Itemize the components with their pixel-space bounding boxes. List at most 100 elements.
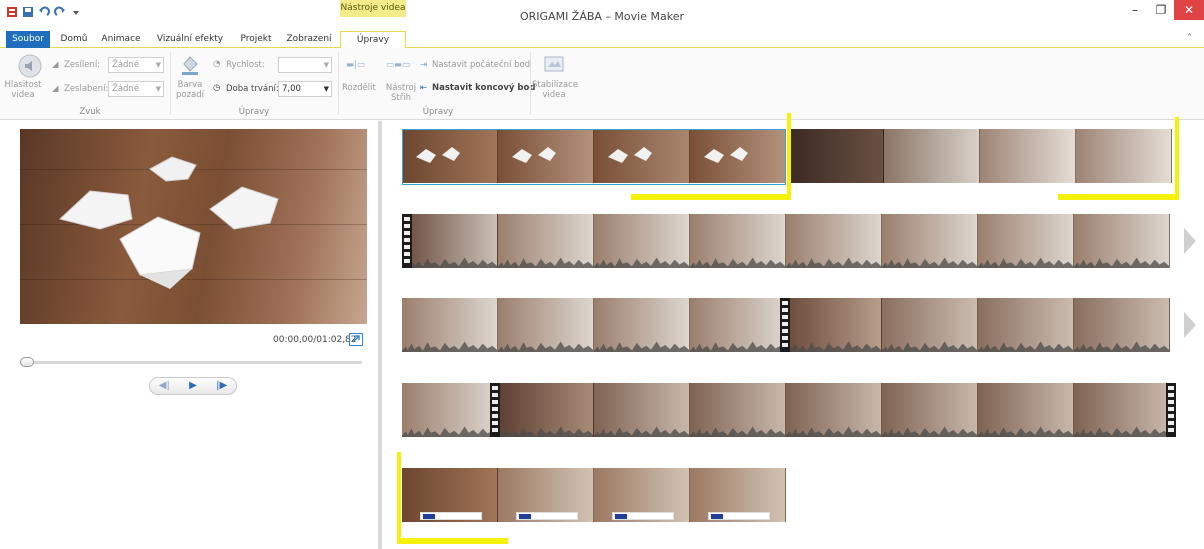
save-icon[interactable]: [22, 6, 34, 18]
play-button[interactable]: ▶: [179, 378, 208, 394]
clip-frame[interactable]: [690, 468, 786, 522]
clip-start-marker: [402, 214, 412, 268]
fade-in-label: Zesílení:: [64, 60, 101, 70]
clip-frame[interactable]: [786, 298, 882, 352]
fade-out-select[interactable]: Žádné ▼: [108, 81, 164, 97]
clip-frame[interactable]: [402, 468, 498, 522]
clip-frame[interactable]: [788, 129, 884, 183]
close-button[interactable]: ✕: [1174, 0, 1204, 20]
bg-color-label-1[interactable]: Barva: [172, 80, 208, 90]
minimize-button[interactable]: –: [1122, 0, 1148, 20]
clip-frame[interactable]: [980, 129, 1076, 183]
video-volume-label-2[interactable]: videa: [0, 90, 46, 100]
tab-visual-effects[interactable]: Vizuální efekty: [152, 31, 228, 48]
detach-preview-button[interactable]: [349, 333, 363, 346]
group-separator: [530, 52, 531, 114]
clip-frame[interactable]: [978, 298, 1074, 352]
customize-qat-icon[interactable]: [70, 6, 82, 18]
clip-frame[interactable]: [882, 383, 978, 437]
seek-bar[interactable]: [20, 361, 362, 364]
stabilize-label-1[interactable]: Stabilizace: [532, 80, 578, 90]
clip-frame[interactable]: [594, 214, 690, 268]
tab-project[interactable]: Projekt: [234, 31, 278, 48]
ribbon: Hlasitost videa ◢ Zesílení: Žádné ▼ ◢ Zes…: [0, 48, 1204, 120]
tab-edit[interactable]: Úpravy: [340, 31, 406, 49]
clip-frame[interactable]: [498, 298, 594, 352]
clip-frame[interactable]: [882, 214, 978, 268]
title-bar: Nástroje videa ORIGAMI ŽÁBA – Movie Make…: [0, 0, 1204, 31]
fade-out-value: Žádné: [112, 84, 140, 94]
bg-color-label-2[interactable]: pozadí: [172, 90, 208, 100]
chevron-down-icon: ▼: [323, 61, 329, 69]
previous-frame-button[interactable]: ◀|: [150, 378, 179, 394]
speaker-icon[interactable]: [18, 54, 42, 78]
clip-frame[interactable]: [594, 383, 690, 437]
yellow-highlight-mark: [787, 113, 791, 200]
window-title: ORIGAMI ŽÁBA – Movie Maker: [519, 10, 684, 23]
clip-frame[interactable]: [498, 468, 594, 522]
fade-in-value: Žádné: [112, 60, 140, 70]
fade-in-select[interactable]: Žádné ▼: [108, 57, 164, 73]
video-preview[interactable]: [20, 129, 367, 324]
clip-frame[interactable]: [690, 298, 786, 352]
trim-tool-label-1[interactable]: Nástroj: [382, 83, 420, 93]
split-button[interactable]: Rozdělit: [342, 83, 376, 93]
clip-frame[interactable]: [498, 214, 594, 268]
clip-frame[interactable]: [1074, 298, 1170, 352]
context-tab-group-label: Nástroje videa: [340, 0, 406, 17]
fade-in-icon: ◢: [52, 60, 59, 70]
clip-frame[interactable]: [402, 383, 498, 437]
redo-icon[interactable]: [54, 6, 66, 18]
yellow-highlight-mark: [1175, 117, 1179, 200]
tab-animations[interactable]: Animace: [96, 31, 146, 48]
next-frame-button[interactable]: |▶: [207, 378, 236, 394]
clip-frame[interactable]: [690, 214, 786, 268]
clip-frame[interactable]: [884, 129, 980, 183]
clip-frame[interactable]: [594, 468, 690, 522]
video-volume-label-1[interactable]: Hlasitost: [0, 80, 46, 90]
clip-frame[interactable]: [1076, 129, 1172, 183]
clip-frame[interactable]: [402, 298, 498, 352]
stabilize-icon[interactable]: [542, 52, 566, 76]
set-start-point-button[interactable]: Nastavit počáteční bod: [432, 60, 530, 70]
duration-label: Doba trvání:: [226, 84, 279, 94]
clip-frame[interactable]: [1074, 383, 1170, 437]
clip-frame[interactable]: [594, 298, 690, 352]
start-point-icon: ⇥: [420, 60, 428, 70]
stabilize-label-2[interactable]: videa: [532, 90, 576, 100]
maximize-button[interactable]: ❐: [1148, 0, 1174, 20]
chevron-down-icon: ▼: [155, 61, 161, 69]
expand-icon: [352, 335, 360, 343]
clip-start-marker: [780, 298, 790, 352]
clip-frame[interactable]: [978, 383, 1074, 437]
speed-select[interactable]: ▼: [278, 57, 332, 73]
timecode: 00:00,00/01:02,82: [273, 335, 357, 345]
edit-group-label-1: Úpravy: [238, 107, 270, 117]
tab-view[interactable]: Zobrazení: [282, 31, 336, 48]
paint-bucket-icon[interactable]: [178, 52, 202, 76]
collapse-ribbon-icon[interactable]: ˄: [1187, 33, 1192, 44]
trim-tool-label-2[interactable]: Střih: [382, 93, 420, 103]
app-icon[interactable]: [6, 6, 18, 18]
seek-thumb[interactable]: [20, 357, 34, 367]
tab-home[interactable]: Domů: [54, 31, 94, 48]
clip-frame[interactable]: [786, 214, 882, 268]
duration-value: 7,00: [282, 84, 301, 94]
clip-frame[interactable]: [402, 214, 498, 268]
clip-frame[interactable]: [690, 383, 786, 437]
clip-frame[interactable]: [1074, 214, 1170, 268]
origami-frogs-image: [58, 156, 279, 289]
clip-frame[interactable]: [978, 214, 1074, 268]
set-end-point-button[interactable]: Nastavit koncový bod: [432, 83, 535, 93]
tab-file[interactable]: Soubor: [6, 31, 50, 48]
playback-controls: ◀| ▶ |▶: [149, 377, 237, 395]
fade-out-icon: ◢: [52, 84, 59, 94]
duration-input[interactable]: 7,00 ▼: [278, 81, 332, 97]
clip-frame[interactable]: [498, 383, 594, 437]
clip-frame[interactable]: [786, 383, 882, 437]
undo-icon[interactable]: [38, 6, 50, 18]
clip-start-marker: [490, 383, 500, 437]
preview-panel: 00:00,00/01:02,82 ◀| ▶ |▶: [0, 121, 378, 549]
clip-frame[interactable]: [882, 298, 978, 352]
clip-end-marker: [1166, 383, 1176, 437]
